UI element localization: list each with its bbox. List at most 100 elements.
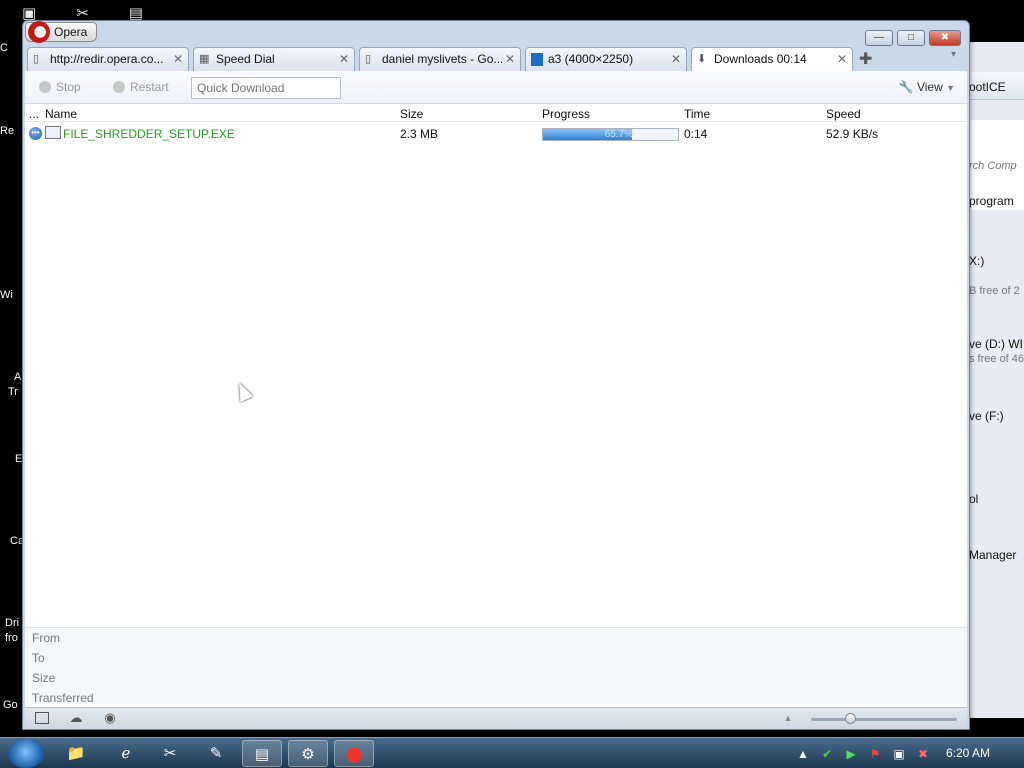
opera-taskbar-icon[interactable]: ⬤ [334,740,374,767]
chevron-down-icon: ▼ [946,83,955,93]
image-icon [531,53,543,66]
details-from-label: From [32,631,60,645]
drive-free-space: B free of 2 [969,285,1020,297]
tab-google-search[interactable]: ▯ daniel myslivets - Go... ✕ [359,47,521,71]
page-icon: ▯ [33,53,40,65]
tab-label: http://redir.opera.co... [50,52,164,66]
network-tray-icon[interactable]: ▣ [892,747,906,761]
drive-item[interactable]: ve (D:) WI [969,337,1023,351]
restart-button[interactable]: Restart [113,80,169,94]
opera-unite-icon[interactable]: ☁ [69,711,83,724]
explorer-item[interactable]: ol [969,492,978,506]
minimize-button[interactable]: — [865,30,893,46]
download-file-name[interactable]: FILE_SHREDDER_SETUP.EXE [63,127,235,141]
tray-icon[interactable]: ▲ [796,747,810,761]
download-size: 2.3 MB [400,127,439,141]
explorer-item[interactable]: Manager [969,548,1016,562]
close-tab-icon[interactable]: ✕ [505,48,515,71]
tab-redir-opera[interactable]: ▯ http://redir.opera.co... ✕ [27,47,189,71]
app-taskbar-icon[interactable]: ⚙ [288,740,328,767]
stop-label: Stop [56,80,81,94]
tab-label: Speed Dial [216,52,275,66]
close-tab-icon[interactable]: ✕ [837,48,847,71]
close-tab-icon[interactable]: ✕ [173,48,183,71]
close-tab-icon[interactable]: ✕ [339,48,349,71]
internet-explorer-taskbar-icon[interactable]: ℯ [106,740,146,767]
wrench-icon: 🔧 [898,80,914,94]
play-tray-icon[interactable]: ▶ [844,747,858,761]
zoom-arrow-icon[interactable]: ▲ [781,712,795,724]
progress-text: 65.7% [604,129,633,140]
panel-toggle-icon[interactable] [35,712,49,724]
background-explorer-window[interactable]: ootICE rch Comp program X:) B free of 2 … [962,42,1024,718]
download-icon: ⬇ [697,53,707,65]
desktop-label[interactable]: Re [0,125,14,137]
exe-file-icon [45,126,61,139]
desktop-label[interactable]: A [14,371,21,383]
opera-window: Opera — □ ✖ ▯ http://redir.opera.co... ✕… [22,20,970,730]
restart-icon [113,81,125,93]
downloading-status-icon[interactable]: ••• [29,127,42,140]
download-time: 0:14 [684,127,708,141]
close-window-button[interactable]: ✖ [929,30,961,46]
details-size-label: Size [32,671,56,685]
download-speed: 52.9 KB/s [826,127,879,141]
download-details: From To Size Transferred [25,627,967,705]
column-speed[interactable]: Speed [826,107,861,121]
flag-tray-icon[interactable]: ⚑ [868,747,882,761]
speed-dial-icon: ▦ [199,53,210,65]
start-button[interactable] [8,739,44,768]
close-tab-icon[interactable]: ✕ [671,48,681,71]
title-bar[interactable]: Opera — □ ✖ [23,21,969,47]
tab-list-icon[interactable]: ▾ [951,49,956,60]
volume-muted-tray-icon[interactable]: ✖ [916,747,930,761]
tab-downloads[interactable]: ⬇ Downloads 00:14 ✕ [691,47,853,72]
column-name[interactable]: Name [45,107,77,121]
opera-menu-button[interactable]: Opera [25,21,97,43]
drive-item[interactable]: X:) [969,254,984,268]
taskbar-clock[interactable]: 6:20 AM [946,746,990,760]
explorer-toolbar-item[interactable]: ootICE [969,80,1006,94]
status-bar: ☁ ◉ ▲ [25,707,967,729]
new-tab-icon[interactable]: ✚ [859,49,872,69]
explorer-item[interactable]: program [969,194,1014,208]
opera-menu-label: Opera [54,25,88,39]
details-to-label: To [32,651,45,665]
column-progress[interactable]: Progress [542,107,590,121]
taskbar: 📁 ℯ ✂ ✎ ▤ ⚙ ⬤ ▲ ✔ ▶ ⚑ ▣ ✖ 6:20 AM [0,737,1024,768]
column-menu[interactable]: ... [29,107,39,121]
opera-turbo-icon[interactable]: ◉ [103,711,117,724]
tool-taskbar-icon[interactable]: ✂ [150,740,190,767]
zoom-slider[interactable] [811,718,957,721]
app-taskbar-icon[interactable]: ▤ [242,740,282,767]
stop-button[interactable]: Stop [39,80,81,94]
desktop-label[interactable]: Wi [0,289,13,301]
desktop-label[interactable]: fro [5,632,18,644]
security-tray-icon[interactable]: ✔ [820,747,834,761]
tab-label: daniel myslivets - Go... [382,52,504,66]
column-time[interactable]: Time [684,107,710,121]
tab-bar: ▯ http://redir.opera.co... ✕ ▦ Speed Dia… [25,47,967,72]
quick-download-input[interactable] [191,77,341,99]
maximize-button[interactable]: □ [897,30,925,46]
zoom-slider-handle[interactable] [845,713,856,724]
column-header: ... Name Size Progress Time Speed [25,104,967,122]
desktop-label[interactable]: C [0,42,8,54]
download-row[interactable]: ••• FILE_SHREDDER_SETUP.EXE 2.3 MB 65.7%… [25,124,967,142]
drive-item[interactable]: ve (F:) [969,409,1004,423]
paint-taskbar-icon[interactable]: ✎ [196,740,236,767]
tab-image-a3[interactable]: a3 (4000×2250) ✕ [525,47,687,71]
view-label: View [916,80,943,94]
tab-label: a3 (4000×2250) [548,52,634,66]
explorer-search[interactable]: rch Comp [969,160,1017,172]
downloads-toolbar: Stop Restart 🔧 View ▼ [25,71,967,104]
tab-speed-dial[interactable]: ▦ Speed Dial ✕ [193,47,355,71]
explorer-taskbar-icon[interactable]: 📁 [56,740,96,767]
download-progress-bar: 65.7% [542,128,679,141]
column-size[interactable]: Size [400,107,423,121]
page-icon: ▯ [365,53,372,65]
desktop-label[interactable]: Tr [8,386,18,398]
view-button[interactable]: 🔧 View ▼ [899,80,955,94]
desktop-label[interactable]: Go [3,699,18,711]
desktop-label[interactable]: Dri [5,617,19,629]
